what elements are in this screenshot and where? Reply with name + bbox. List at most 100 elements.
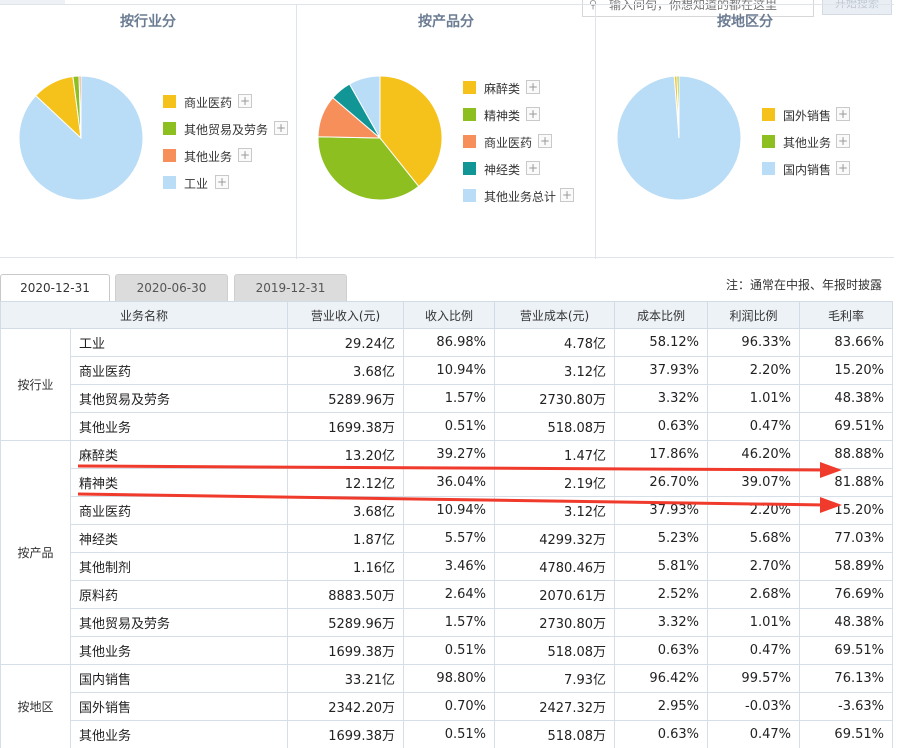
row-revenue: 1699.38万	[287, 720, 404, 748]
expand-icon[interactable]: +	[238, 148, 252, 162]
row-gross-margin: 76.13%	[799, 664, 893, 693]
row-cost-ratio: 37.93%	[614, 356, 708, 385]
row-cost: 7.93亿	[494, 664, 615, 693]
row-revenue: 3.68亿	[287, 356, 404, 385]
row-revenue-ratio: 2.64%	[403, 580, 495, 609]
row-revenue: 33.21亿	[287, 664, 404, 693]
row-cost: 1.47亿	[494, 440, 615, 469]
row-profit-ratio: 2.68%	[707, 580, 800, 609]
tab-2020-06-30[interactable]: 2020-06-30	[115, 274, 228, 301]
table-row: 其他制剂 1.16亿 3.46% 4780.46万 5.81% 2.70% 58.89%	[1, 552, 893, 581]
row-revenue-ratio: 5.57%	[403, 524, 495, 553]
row-gross-margin: 77.03%	[799, 524, 893, 553]
legend-label: 神经类	[484, 163, 521, 177]
row-cost-ratio: 58.12%	[614, 328, 708, 357]
legend-label: 国内销售	[783, 163, 832, 177]
row-gross-margin: 48.38%	[799, 384, 893, 413]
row-cost: 4299.32万	[494, 524, 615, 553]
expand-icon[interactable]: +	[560, 188, 574, 202]
row-name: 其他贸易及劳务	[70, 384, 288, 413]
legend-swatch	[163, 149, 176, 162]
row-revenue-ratio: 1.57%	[403, 608, 495, 637]
row-profit-ratio: 2.70%	[707, 552, 800, 581]
row-cost-ratio: 2.52%	[614, 580, 708, 609]
row-profit-ratio: 39.07%	[707, 468, 800, 497]
row-profit-ratio: 1.01%	[707, 384, 800, 413]
row-profit-ratio: 0.47%	[707, 720, 800, 748]
expand-icon[interactable]: +	[215, 175, 229, 189]
row-revenue: 12.12亿	[287, 468, 404, 497]
row-cost-ratio: 0.63%	[614, 720, 708, 748]
expand-icon[interactable]: +	[526, 80, 540, 94]
legend-label: 精神类	[484, 109, 521, 123]
row-gross-margin: 15.20%	[799, 356, 893, 385]
row-profit-ratio: 2.20%	[707, 356, 800, 385]
row-revenue-ratio: 3.46%	[403, 552, 495, 581]
tab-2019-12-31[interactable]: 2019-12-31	[234, 274, 347, 301]
panel-title: 按产品分	[418, 14, 474, 30]
table-header-row: 业务名称 营业收入(元) 收入比例 营业成本(元) 成本比例 利润比例 毛利率	[0, 301, 893, 329]
row-cost: 518.08万	[494, 720, 615, 748]
group-label: 按行业	[0, 328, 71, 441]
row-cost: 518.08万	[494, 412, 615, 441]
tab-2020-12-31[interactable]: 2020-12-31	[0, 274, 110, 301]
expand-icon[interactable]: +	[538, 134, 552, 148]
row-cost: 518.08万	[494, 636, 615, 665]
legend-label: 商业医药	[484, 136, 533, 150]
legend-swatch	[463, 108, 476, 121]
row-revenue: 2342.20万	[287, 692, 404, 721]
row-name: 原料药	[70, 580, 288, 609]
row-gross-margin: 83.66%	[799, 328, 893, 357]
legend-swatch	[163, 122, 176, 135]
legend-swatch	[463, 162, 476, 175]
business-table: 业务名称 营业收入(元) 收入比例 营业成本(元) 成本比例 利润比例 毛利率 …	[0, 301, 893, 748]
row-cost-ratio: 0.63%	[614, 412, 708, 441]
row-revenue: 5289.96万	[287, 384, 404, 413]
expand-icon[interactable]: +	[526, 107, 540, 121]
header-cost-ratio: 成本比例	[614, 301, 708, 329]
expand-icon[interactable]: +	[836, 107, 850, 121]
row-cost-ratio: 3.32%	[614, 608, 708, 637]
legend-swatch	[463, 81, 476, 94]
table-row: 其他业务 1699.38万 0.51% 518.08万 0.63% 0.47% 69.51%	[1, 412, 893, 441]
row-revenue-ratio: 98.80%	[403, 664, 495, 693]
table-row: 其他贸易及劳务 5289.96万 1.57% 2730.80万 3.32% 1.01% 48…	[1, 384, 893, 413]
legend-label: 麻醉类	[484, 82, 521, 96]
table-row: 按地区 国内销售 33.21亿 98.80% 7.93亿 96.42% 99.57% 76.1…	[0, 664, 893, 748]
expand-icon[interactable]: +	[836, 161, 850, 175]
row-revenue: 1699.38万	[287, 636, 404, 665]
business-composition-page: ⚲ 输入问句，你想知道的都在这里 开始搜索 按行业分 商业医药 + 其他贸易及劳务…	[0, 0, 897, 748]
row-name: 麻醉类	[70, 440, 288, 469]
row-gross-margin: 69.51%	[799, 636, 893, 665]
legend-label: 其他业务	[783, 136, 832, 150]
group-label: 按产品	[0, 440, 71, 665]
row-gross-margin: 15.20%	[799, 496, 893, 525]
row-name: 其他贸易及劳务	[70, 608, 288, 637]
expand-icon[interactable]: +	[526, 161, 540, 175]
table-row: 其他业务 1699.38万 0.51% 518.08万 0.63% 0.47% 69.51%	[1, 720, 893, 748]
row-revenue: 1.16亿	[287, 552, 404, 581]
industry-pie-chart	[18, 75, 144, 201]
row-profit-ratio: 0.47%	[707, 636, 800, 665]
legend-swatch	[163, 176, 176, 189]
row-revenue-ratio: 36.04%	[403, 468, 495, 497]
row-profit-ratio: 46.20%	[707, 440, 800, 469]
table-row: 按行业 工业 29.24亿 86.98% 4.78亿 58.12% 96.33% 83.66%	[0, 328, 893, 441]
row-cost-ratio: 37.93%	[614, 496, 708, 525]
row-name: 神经类	[70, 524, 288, 553]
row-cost: 3.12亿	[494, 496, 615, 525]
row-cost: 4.78亿	[494, 328, 615, 357]
expand-icon[interactable]: +	[238, 94, 252, 108]
row-name: 国内销售	[70, 664, 288, 693]
table-row: 原料药 8883.50万 2.64% 2070.61万 2.52% 2.68% 76.69%	[1, 580, 893, 609]
row-revenue: 13.20亿	[287, 440, 404, 469]
table-row: 国外销售 2342.20万 0.70% 2427.32万 2.95% -0.03% -3.6…	[1, 692, 893, 721]
row-name: 其他业务	[70, 412, 288, 441]
row-revenue: 1699.38万	[287, 412, 404, 441]
legend-swatch	[762, 135, 775, 148]
legend-label: 其他业务总计	[484, 190, 557, 204]
row-cost-ratio: 5.23%	[614, 524, 708, 553]
expand-icon[interactable]: +	[836, 134, 850, 148]
row-revenue-ratio: 1.57%	[403, 384, 495, 413]
expand-icon[interactable]: +	[274, 121, 288, 135]
